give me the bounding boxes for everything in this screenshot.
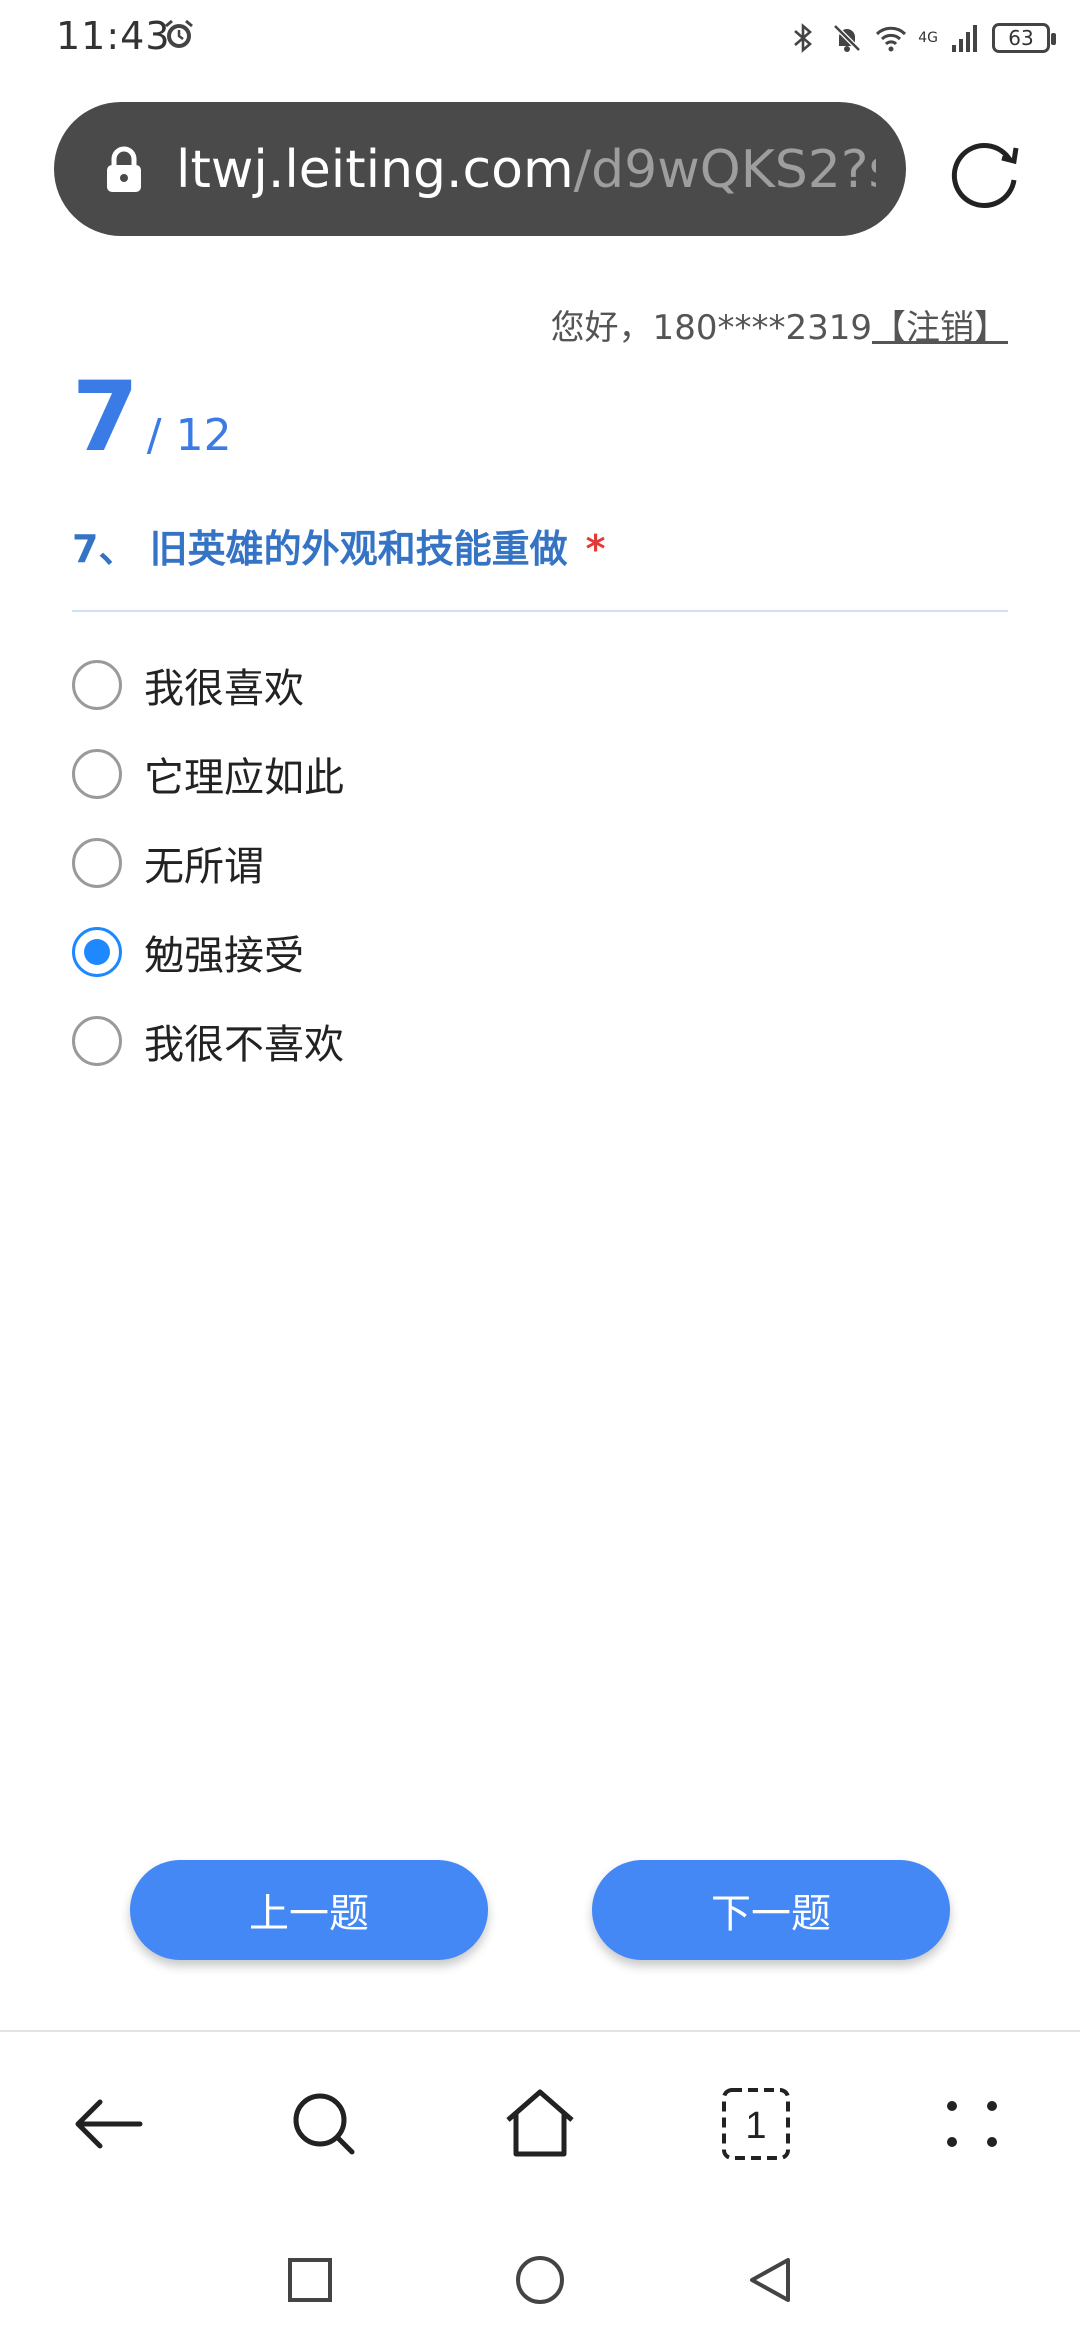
greeting-text: 您好，180****2319 xyxy=(550,308,872,348)
question-divider xyxy=(72,610,1008,612)
tabs-count: 1 xyxy=(745,2105,766,2147)
radio-button[interactable] xyxy=(72,837,122,888)
wifi-icon xyxy=(876,26,907,52)
system-nav-bar xyxy=(0,2222,1080,2340)
status-time: 11:43 xyxy=(56,14,171,58)
option-4[interactable]: 勉强接受 xyxy=(72,907,1008,996)
progress-total: / 12 xyxy=(146,410,232,461)
option-label[interactable]: 我很喜欢 xyxy=(144,656,304,714)
browser-toolbar: 1 xyxy=(0,2032,1080,2222)
battery-icon: 63 xyxy=(992,23,1056,53)
answer-options: 我很喜欢 它理应如此 无所谓 勉强接受 我很不喜欢 xyxy=(72,640,1008,1085)
radio-button[interactable] xyxy=(72,748,122,799)
logout-link[interactable]: 【注销】 xyxy=(872,308,1008,348)
home-icon[interactable] xyxy=(500,2084,580,2164)
status-bar: 11:43 4G 63 xyxy=(0,0,1080,78)
url-path: /d9wQKS2?sig xyxy=(573,140,876,200)
home-circle-icon[interactable] xyxy=(512,2252,568,2308)
option-label[interactable]: 勉强接受 xyxy=(144,923,304,981)
option-label[interactable]: 无所谓 xyxy=(144,834,264,892)
option-1[interactable]: 我很喜欢 xyxy=(72,640,1008,729)
bluetooth-icon xyxy=(794,23,813,53)
back-icon[interactable] xyxy=(68,2084,148,2164)
signal-icon xyxy=(952,25,977,52)
menu-icon[interactable] xyxy=(932,2084,1012,2164)
search-icon[interactable] xyxy=(284,2084,364,2164)
next-question-button[interactable]: 下一题 xyxy=(592,1860,950,1960)
lock-icon xyxy=(107,146,141,192)
option-2[interactable]: 它理应如此 xyxy=(72,729,1008,818)
required-mark: * xyxy=(585,527,606,571)
alarm-icon xyxy=(165,19,193,48)
url-host: ltwj.leiting.com xyxy=(176,140,574,200)
question-text: 7、 旧英雄的外观和技能重做 xyxy=(72,527,568,571)
recent-apps-icon[interactable] xyxy=(282,2252,338,2308)
battery-level: 63 xyxy=(1008,26,1034,50)
tabs-icon[interactable]: 1 xyxy=(716,2084,796,2164)
back-triangle-icon[interactable] xyxy=(742,2252,798,2308)
user-greeting: 您好，180****2319【注销】 xyxy=(551,300,1008,349)
radio-button[interactable] xyxy=(72,659,122,710)
option-label[interactable]: 它理应如此 xyxy=(144,745,344,803)
radio-button-selected[interactable] xyxy=(72,926,122,977)
mute-bell-icon xyxy=(833,24,862,52)
address-bar[interactable]: ltwj.leiting.com/d9wQKS2?sig xyxy=(54,102,906,236)
url-text[interactable]: ltwj.leiting.com/d9wQKS2?sig xyxy=(176,138,876,202)
option-label[interactable]: 我很不喜欢 xyxy=(144,1012,344,1070)
question-title: 7、 旧英雄的外观和技能重做 * xyxy=(72,518,606,573)
progress-current: 7 xyxy=(72,361,139,473)
network-type: 4G xyxy=(918,30,938,46)
radio-button[interactable] xyxy=(72,1015,122,1066)
option-3[interactable]: 无所谓 xyxy=(72,818,1008,907)
reload-icon[interactable] xyxy=(944,130,1026,212)
option-5[interactable]: 我很不喜欢 xyxy=(72,996,1008,1085)
status-icons: 4G 63 xyxy=(786,18,1056,58)
previous-question-button[interactable]: 上一题 xyxy=(130,1860,488,1960)
question-progress: 7/ 12 xyxy=(72,362,232,472)
